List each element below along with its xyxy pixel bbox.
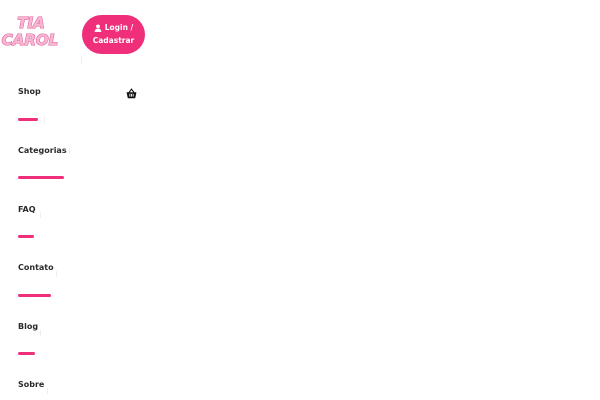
separator-tick [47, 388, 48, 394]
login-register-button[interactable]: Login / Cadastrar [82, 15, 145, 54]
nav-label-sobre: Sobre [18, 380, 45, 389]
logo[interactable]: TIA CAROL [0, 13, 62, 49]
separator-tick [40, 212, 41, 218]
nav-underline-faq [18, 235, 34, 238]
nav-item-contato[interactable]: Contato [18, 263, 54, 273]
nav-item-sobre[interactable]: Sobre [18, 380, 44, 390]
nav-label-shop: Shop [18, 87, 41, 96]
nav-item-faq[interactable]: FAQ [18, 205, 36, 215]
nav-label-faq: FAQ [18, 205, 36, 214]
nav-underline-blog [18, 352, 35, 355]
nav-label-categorias: Categorias [18, 146, 67, 155]
register-label: Cadastrar [92, 36, 135, 45]
nav-item-shop[interactable]: Shop [18, 87, 41, 97]
separator-tick [40, 330, 41, 336]
nav-item-categorias[interactable]: Categorias [18, 146, 67, 156]
nav-item-blog[interactable]: Blog [18, 322, 38, 332]
nav-underline-categorias [18, 176, 64, 179]
nav-underline-contato [18, 294, 51, 297]
separator-tick [69, 148, 70, 154]
page: TIA CAROL Login / Cadastrar Shop Categor… [0, 0, 600, 400]
shopping-basket-icon[interactable] [126, 88, 137, 99]
nav-underline-shop [18, 118, 38, 121]
nav-label-blog: Blog [18, 322, 39, 331]
separator-tick [44, 117, 45, 123]
logo-text-line2: CAROL [2, 31, 58, 49]
separator-tick [56, 271, 57, 277]
logo-text-line1: TIA [17, 14, 44, 32]
header-divider [81, 56, 82, 64]
user-icon [94, 24, 102, 32]
login-label: Login / [104, 23, 134, 32]
nav-label-contato: Contato [18, 263, 54, 272]
